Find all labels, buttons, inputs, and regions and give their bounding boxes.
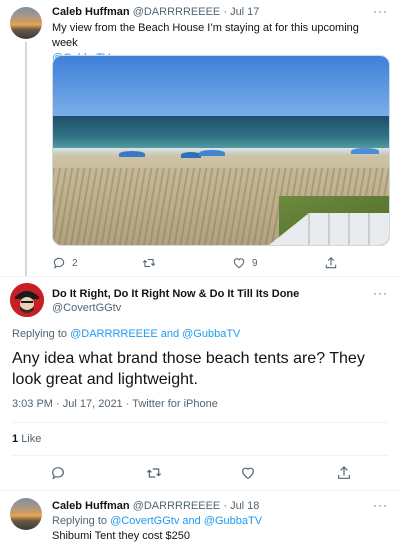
more-icon[interactable]: ··· (373, 4, 388, 18)
retweet-icon (146, 468, 162, 478)
replying-prefix: Replying to (12, 328, 68, 340)
reply-button[interactable] (50, 465, 66, 481)
replying-prefix: Replying to (52, 515, 108, 527)
likes-summary[interactable]: 1 Like (12, 433, 41, 445)
replying-to: Replying to @DARRRREEEE and @GubbaTV (12, 328, 240, 340)
tweet-actions: 2 9 (52, 256, 352, 272)
replying-mentions[interactable]: @CovertGGtv and @GubbaTV (110, 515, 262, 527)
avatar[interactable] (10, 283, 44, 317)
tweet-photo[interactable] (52, 55, 390, 246)
tweet-body: My view from the Beach House I’m staying… (52, 22, 359, 49)
author-handle[interactable]: @DARRRREEEE (133, 6, 221, 18)
tweet-actions (50, 465, 360, 481)
tweet-text: Shibumi Tent they cost $250 (52, 530, 190, 542)
author-name[interactable]: Caleb Huffman (52, 500, 130, 512)
tweet-date[interactable]: Jul 17 (230, 6, 259, 18)
tweet-date[interactable]: Jul 18 (230, 500, 259, 512)
divider (12, 422, 388, 423)
tweet-header: Caleb Huffman @DARRRREEEE · Jul 17 (52, 6, 259, 18)
share-button[interactable] (336, 465, 352, 481)
photo-umbrella (351, 148, 379, 154)
photo-sky (53, 56, 389, 116)
reply-button[interactable]: 2 (52, 256, 78, 270)
like-label: Like (21, 433, 42, 445)
share-icon (338, 466, 350, 479)
replying-mentions[interactable]: @DARRRREEEE and @GubbaTV (70, 328, 240, 340)
author-handle[interactable]: @DARRRREEEE (133, 500, 221, 512)
author-handle[interactable]: @CovertGGtv (52, 302, 121, 314)
author-name[interactable]: Caleb Huffman (52, 6, 130, 18)
reply-icon (52, 467, 64, 480)
tweet-1: Caleb Huffman @DARRRREEEE · Jul 17 ··· M… (0, 0, 400, 276)
retweet-icon (142, 258, 156, 268)
divider (0, 490, 400, 491)
tweet-text: Any idea what brand those beach tents ar… (12, 350, 365, 388)
pirate-avatar-icon (10, 283, 44, 317)
separator: · (223, 6, 227, 18)
tweet-header: Caleb Huffman @DARRRREEEE · Jul 18 (52, 500, 259, 512)
replying-to: Replying to @CovertGGtv and @GubbaTV (52, 515, 262, 527)
thread-line (25, 42, 27, 276)
share-button[interactable] (324, 256, 338, 270)
divider (12, 455, 388, 456)
avatar[interactable] (10, 498, 42, 530)
photo-umbrella (181, 152, 201, 158)
photo-sea (53, 116, 389, 150)
like-count: 1 (12, 433, 19, 445)
author-name[interactable]: Do It Right, Do It Right Now & Do It Til… (52, 288, 299, 300)
tweet-meta[interactable]: 3:03 PM · Jul 17, 2021 · Twitter for iPh… (12, 398, 218, 410)
retweet-button[interactable] (142, 256, 162, 270)
photo-umbrella (119, 151, 145, 157)
more-icon[interactable]: ··· (373, 286, 388, 300)
tweet-header: Do It Right, Do It Right Now & Do It Til… (52, 288, 299, 300)
divider (0, 276, 400, 277)
retweet-button[interactable] (146, 465, 162, 481)
separator: · (223, 500, 227, 512)
like-button[interactable] (240, 465, 256, 481)
like-count: 9 (252, 257, 258, 269)
like-button[interactable]: 9 (232, 256, 258, 270)
photo-umbrella (199, 150, 225, 156)
share-icon (325, 257, 337, 269)
author-handle-line: @CovertGGtv (52, 302, 121, 314)
reply-count: 2 (72, 257, 78, 269)
like-icon (233, 258, 245, 269)
like-icon (242, 467, 254, 480)
photo-deck (269, 213, 389, 245)
more-icon[interactable]: ··· (373, 498, 388, 512)
avatar[interactable] (10, 7, 42, 39)
reply-icon (53, 257, 65, 269)
